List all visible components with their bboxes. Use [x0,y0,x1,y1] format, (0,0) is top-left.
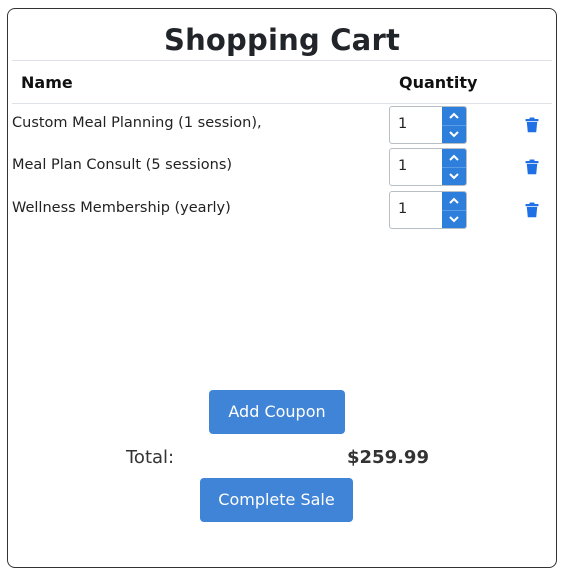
page-title: Shopping Cart [163,23,401,57]
quantity-input[interactable]: 1 [398,158,407,174]
trash-icon[interactable] [524,159,540,175]
trash-icon[interactable] [524,117,540,133]
increment-button[interactable] [442,107,466,125]
total-label: Total: [126,447,175,468]
stepper-buttons [442,107,466,143]
complete-sale-button[interactable]: Complete Sale [200,478,353,522]
cart-item-row: Meal Plan Consult (5 sessions) 1 [8,148,556,186]
stepper-buttons [442,149,466,185]
decrement-button[interactable] [442,167,466,185]
decrement-button[interactable] [442,210,466,228]
quantity-stepper[interactable]: 1 [389,106,467,144]
item-name: Meal Plan Consult (5 sessions) [12,157,233,173]
quantity-stepper[interactable]: 1 [389,191,467,229]
cart-item-row: Custom Meal Planning (1 session), 1 [8,106,556,144]
chevron-down-icon [449,173,459,180]
quantity-stepper[interactable]: 1 [389,148,467,186]
column-header-quantity: Quantity [399,73,478,92]
chevron-up-icon [449,197,459,204]
chevron-up-icon [449,112,459,119]
total-value: $259.99 [347,447,429,468]
quantity-input[interactable]: 1 [398,201,407,217]
trash-icon[interactable] [524,202,540,218]
add-coupon-button[interactable]: Add Coupon [209,390,345,434]
item-name: Custom Meal Planning (1 session), [12,115,262,131]
cart-item-row: Wellness Membership (yearly) 1 [8,191,556,229]
decrement-button[interactable] [442,125,466,143]
item-name: Wellness Membership (yearly) [12,200,231,216]
chevron-up-icon [449,154,459,161]
increment-button[interactable] [442,192,466,210]
shopping-cart-panel: Shopping Cart Name Quantity Custom Meal … [7,8,557,568]
column-header-name: Name [21,73,73,92]
chevron-down-icon [449,216,459,223]
title-divider [12,60,552,61]
quantity-input[interactable]: 1 [398,116,407,132]
increment-button[interactable] [442,149,466,167]
stepper-buttons [442,192,466,228]
chevron-down-icon [449,131,459,138]
header-divider [12,103,552,104]
